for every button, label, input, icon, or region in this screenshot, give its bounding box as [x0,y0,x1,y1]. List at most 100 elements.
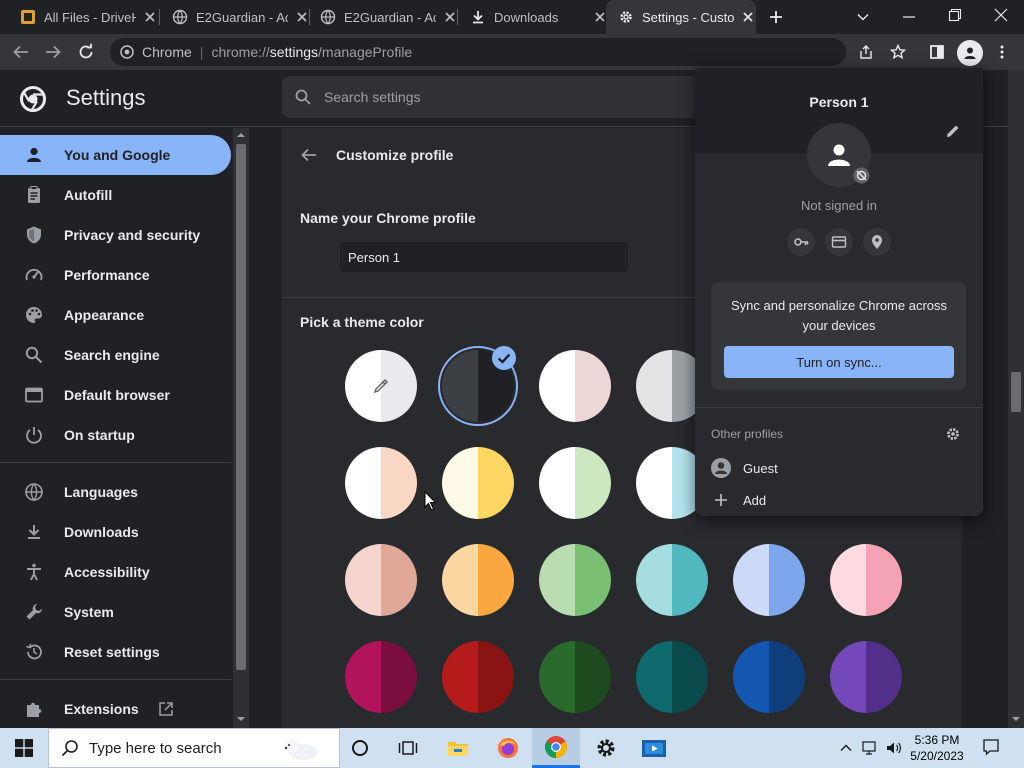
new-tab-plus-icon[interactable] [768,9,784,25]
reload-icon[interactable] [77,43,95,61]
taskbar-clock[interactable]: 5:36 PM 5/20/2023 [902,732,972,764]
close-icon[interactable] [740,9,756,25]
theme-color-swatch[interactable] [539,641,611,713]
guest-profile-row[interactable]: Guest [695,452,983,484]
settings-search-box[interactable] [282,76,722,118]
scroll-down-arrow-icon[interactable] [236,714,246,724]
passwords-button[interactable] [787,228,815,256]
forward-arrow-icon[interactable] [44,43,62,61]
theme-color-swatch[interactable] [733,641,805,713]
sidebar-item-languages[interactable]: Languages [0,472,231,512]
theme-color-swatch[interactable] [345,641,417,713]
task-view-icon [398,741,418,755]
theme-color-swatch[interactable] [636,641,708,713]
notifications-icon[interactable] [982,738,1000,756]
windows-start-icon[interactable] [15,739,33,757]
sidebar-item-label: You and Google [64,147,171,163]
sidebar-item-on-startup[interactable]: On startup [0,415,231,455]
shield-icon [27,226,41,244]
scroll-down-arrow-icon[interactable] [1011,714,1021,724]
main-scrollbar-thumb[interactable] [1011,372,1021,412]
accessibility-icon [27,563,41,581]
back-arrow-icon[interactable] [12,43,30,61]
sidebar-scrollbar-thumb[interactable] [236,144,246,670]
minimize-icon[interactable] [902,10,916,24]
video-player-icon [642,740,666,757]
bookmark-star-icon[interactable] [890,44,906,60]
swatch-right-half [672,641,708,713]
addresses-button[interactable] [863,228,891,256]
tab-e2guardian-2[interactable]: E2Guardian - Access Denied [308,0,458,34]
theme-color-swatch[interactable] [636,544,708,616]
speedometer-icon [25,268,43,281]
back-arrow-icon[interactable] [300,146,318,164]
tray-chevron-up-icon[interactable] [839,741,853,755]
power-icon [26,427,42,444]
sidebar-item-performance[interactable]: Performance [0,255,231,295]
theme-color-swatch[interactable] [442,641,514,713]
sidebar-item-appearance[interactable]: Appearance [0,295,231,335]
payment-methods-button[interactable] [825,228,853,256]
sidebar-item-privacy-and-security[interactable]: Privacy and security [0,215,231,255]
theme-color-swatch[interactable] [733,544,805,616]
share-icon[interactable] [858,44,874,60]
theme-color-swatch[interactable] [830,641,902,713]
firefox-button[interactable] [484,728,532,768]
sidebar-item-reset-settings[interactable]: Reset settings [0,632,231,672]
tab-search-chevron-icon[interactable] [856,10,870,24]
close-icon[interactable] [142,9,158,25]
settings-taskbar-button[interactable] [582,728,630,768]
edit-pencil-icon[interactable] [945,123,961,139]
theme-color-swatch[interactable] [345,447,417,519]
turn-on-sync-button[interactable]: Turn on sync... [724,346,954,378]
theme-color-swatch[interactable] [442,544,514,616]
scroll-up-arrow-icon[interactable] [236,130,246,140]
close-icon[interactable] [442,9,458,25]
task-view-button[interactable] [336,728,384,768]
profile-name-input[interactable] [340,242,628,272]
close-window-icon[interactable] [994,8,1008,22]
sidebar-item-autofill[interactable]: Autofill [0,175,231,215]
theme-color-swatch[interactable] [539,447,611,519]
kebab-menu-icon[interactable] [994,44,1010,60]
theme-color-swatch[interactable] [345,544,417,616]
sidebar-item-extensions[interactable]: Extensions [0,689,231,729]
sidebar-item-search-engine[interactable]: Search engine [0,335,231,375]
swatch-right-half [575,544,611,616]
manage-profiles-gear-icon[interactable] [945,426,961,442]
add-profile-row[interactable]: Add [695,484,983,516]
profile-avatar-button[interactable] [957,40,983,66]
tab-downloads[interactable]: Downloads [458,0,608,34]
search-settings-input[interactable] [324,89,684,105]
theme-color-swatch[interactable] [442,447,514,519]
volume-icon[interactable] [885,740,903,756]
file-explorer-button[interactable] [434,728,482,768]
theme-color-label: Pick a theme color [300,314,424,330]
sidebar-item-accessibility[interactable]: Accessibility [0,552,231,592]
theme-color-swatch[interactable] [345,350,417,422]
media-player-button[interactable] [630,728,678,768]
chrome-taskbar-button[interactable] [532,728,580,768]
restore-icon[interactable] [948,8,962,22]
sidebar-item-default-browser[interactable]: Default browser [0,375,231,415]
theme-color-swatch[interactable] [539,350,611,422]
sidebar-item-system[interactable]: System [0,592,231,632]
open-in-new-icon [158,702,173,716]
sidebar-item-you-and-google[interactable]: You and Google [0,135,231,175]
address-bar[interactable]: Chrome | chrome://settings/manageProfile [110,38,846,66]
task-view-icon-button[interactable] [384,728,432,768]
network-icon[interactable] [862,740,880,756]
side-panel-icon[interactable] [929,44,945,60]
tab-e2guardian-1[interactable]: E2Guardian - Access Denied [160,0,310,34]
swatch-right-half [672,544,708,616]
tab-settings[interactable]: Settings - Customize profile [606,0,756,34]
sidebar-item-downloads[interactable]: Downloads [0,512,231,552]
sync-off-badge-icon [853,167,870,184]
palette-icon [26,307,42,323]
theme-color-swatch[interactable] [539,544,611,616]
tab-drivehq[interactable]: All Files - DriveHQ [8,0,158,34]
theme-color-swatch[interactable] [830,544,902,616]
taskbar-search-placeholder: Type here to search [89,739,222,757]
eyedropper-icon [373,379,388,394]
taskbar-search-box[interactable]: Type here to search [48,728,340,768]
